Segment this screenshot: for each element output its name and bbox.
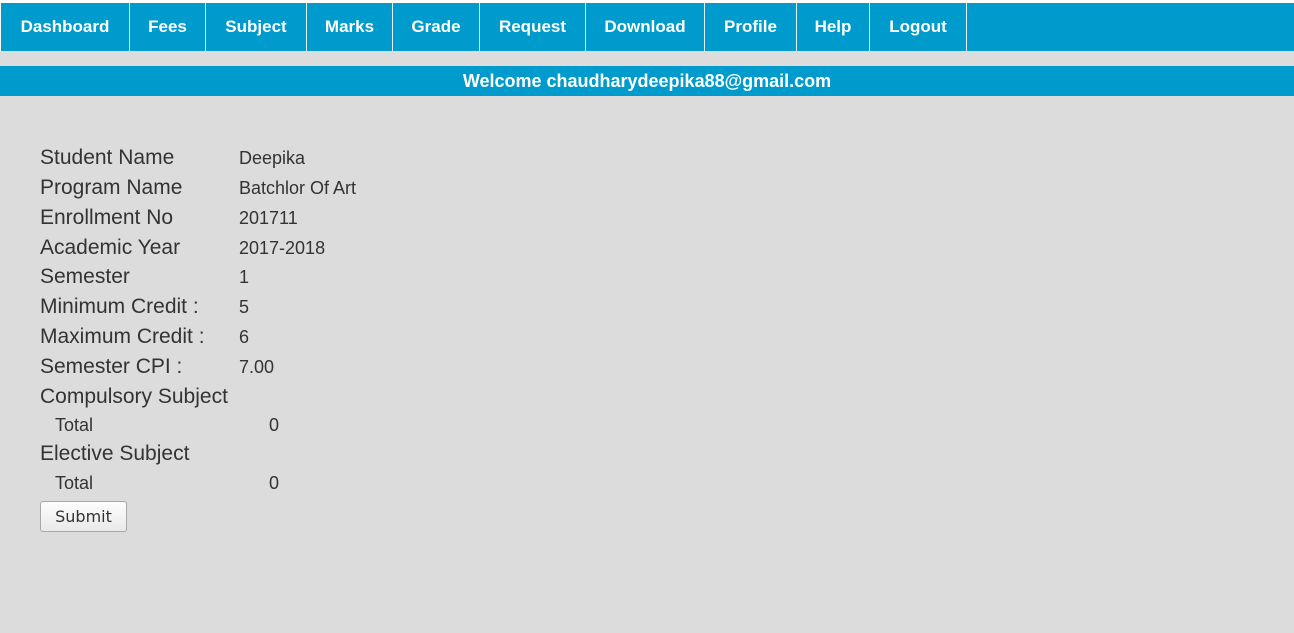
elective-total-label: Total	[55, 473, 94, 493]
program-name-value: Batchlor Of Art	[239, 178, 357, 198]
compulsory-total-value: 0	[269, 415, 280, 435]
enrollment-label: Enrollment No	[40, 206, 174, 229]
student-name-value: Deepika	[239, 148, 306, 168]
submit-button[interactable]: Submit	[40, 501, 127, 532]
semester-label: Semester	[40, 265, 130, 288]
semester-cpi-value: 7.00	[239, 357, 275, 377]
compulsory-total-label: Total	[55, 415, 94, 435]
semester-value: 1	[239, 267, 250, 287]
minimum-credit-label: Minimum Credit :	[40, 295, 199, 318]
academic-year-value: 2017-2018	[239, 238, 326, 258]
maximum-credit-label: Maximum Credit :	[40, 325, 205, 348]
semester-cpi-label: Semester CPI :	[40, 355, 183, 378]
nav-item-profile[interactable]: Profile	[705, 3, 797, 51]
program-name-label: Program Name	[40, 176, 183, 199]
compulsory-subject-heading: Compulsory Subject	[40, 385, 228, 408]
student-name-label: Student Name	[40, 146, 175, 169]
enrollment-value: 201711	[239, 208, 298, 228]
minimum-credit-value: 5	[239, 297, 250, 317]
nav-item-download[interactable]: Download	[586, 3, 705, 51]
nav-item-help[interactable]: Help	[797, 3, 870, 51]
elective-subject-heading: Elective Subject	[40, 442, 190, 465]
academic-year-label: Academic Year	[40, 236, 181, 259]
elective-total-value: 0	[269, 473, 280, 493]
nav-item-logout[interactable]: Logout	[870, 3, 967, 51]
maximum-credit-value: 6	[239, 327, 250, 347]
